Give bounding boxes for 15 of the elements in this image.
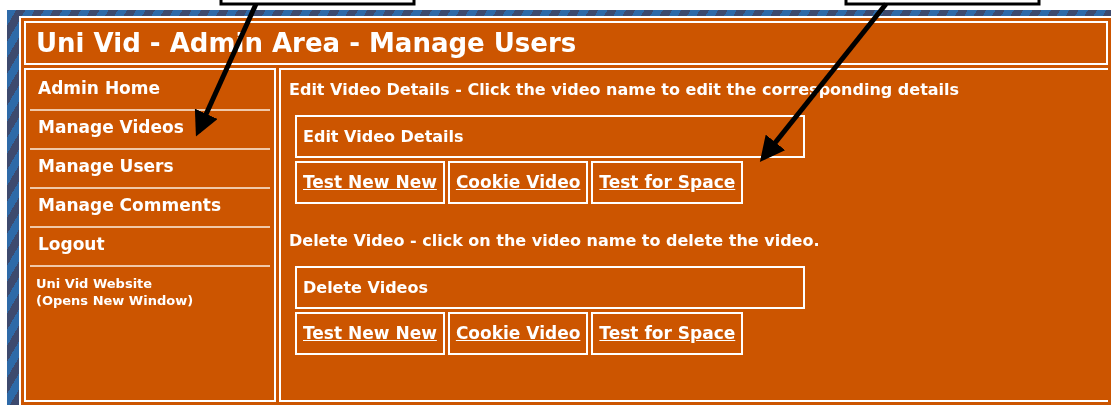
- table-caption: Edit Video Details: [295, 115, 805, 158]
- video-link[interactable]: Test for Space: [591, 312, 744, 355]
- video-link[interactable]: Test for Space: [591, 161, 744, 204]
- nav-link[interactable]: Uni Vid Website (Opens New Window): [30, 267, 270, 309]
- nav-link[interactable]: Manage Users: [30, 150, 270, 189]
- section-intro: Delete Video - click on the video name to delete the video.: [289, 231, 821, 251]
- nav-link[interactable]: Manage Comments: [30, 189, 270, 228]
- nav-link[interactable]: Manage Videos: [30, 111, 270, 150]
- nav-link[interactable]: Logout: [30, 228, 270, 267]
- video-link[interactable]: Cookie Video: [447, 161, 589, 204]
- video-link[interactable]: Test New New: [295, 161, 445, 204]
- video-link[interactable]: Cookie Video: [447, 312, 589, 355]
- table-caption: Delete Videos: [295, 266, 805, 309]
- nav-link[interactable]: Admin Home: [30, 72, 270, 111]
- video-link[interactable]: Test New New: [295, 312, 445, 355]
